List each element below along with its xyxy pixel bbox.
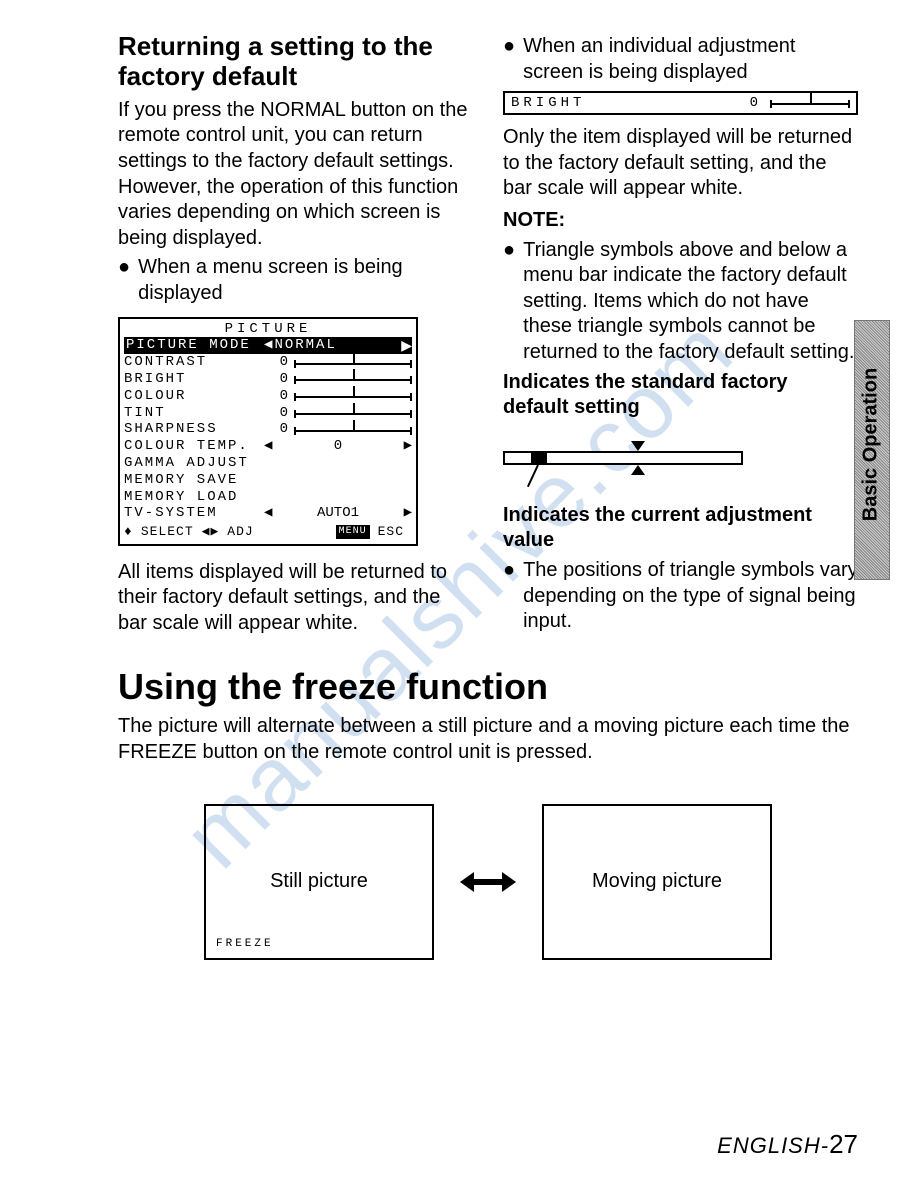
page-footer: ENGLISH-27: [717, 1129, 858, 1160]
menu-row: TINT0: [124, 405, 412, 422]
bright-label: BRIGHT: [511, 95, 740, 111]
menu-row-label: COLOUR: [124, 388, 264, 405]
menu-title: PICTURE: [124, 321, 412, 338]
indicator-fill: [531, 453, 547, 463]
section1-heading: Returning a setting to the factory defau…: [118, 32, 473, 92]
updown-icon: ♦: [124, 524, 133, 540]
menu-row: COLOUR0: [124, 388, 412, 405]
after-menu-text: All items displayed will be returned to …: [118, 560, 473, 637]
menu-row-value: NORMAL: [274, 337, 336, 353]
triangle-down-icon: [631, 441, 645, 451]
bright-bar: [770, 97, 850, 109]
section2-intro: The picture will alternate between a sti…: [118, 714, 858, 765]
menu-row-label: MEMORY LOAD: [124, 489, 264, 506]
bullet-text: When a menu screen is being displayed: [138, 255, 473, 306]
menu-row-label: TINT: [124, 405, 264, 422]
moving-picture-label: Moving picture: [592, 870, 722, 893]
bullet-dot-icon: ●: [503, 558, 515, 582]
menu-row-value: 0: [264, 405, 294, 422]
freeze-diagram: Still picture FREEZE Moving picture: [118, 804, 858, 960]
note-bullet: ● Triangle symbols above and below a men…: [503, 238, 858, 366]
menu-row-label: CONTRAST: [124, 354, 264, 371]
footer-adj: ADJ: [227, 524, 253, 540]
menu-row-highlighted: PICTURE MODE ◀NORMAL ▶: [124, 337, 412, 354]
section2-heading: Using the freeze function: [118, 666, 858, 708]
note-text: Triangle symbols above and below a menu …: [523, 238, 858, 366]
bullet-individual: ● When an individual adjustment screen i…: [503, 34, 858, 85]
still-picture-box: Still picture FREEZE: [204, 804, 434, 960]
indicates-current: Indicates the current adjustment value: [503, 503, 858, 554]
after-bright-text: Only the item displayed will be returned…: [503, 125, 858, 202]
menu-row-value: 0: [264, 371, 294, 388]
menu-row-value: 0: [272, 438, 403, 455]
indicator-bar: [503, 451, 743, 465]
freeze-tag: FREEZE: [216, 938, 274, 950]
menu-row-value: AUTO1: [272, 505, 403, 522]
menu-bar: [294, 424, 412, 436]
menu-bar: [294, 390, 412, 402]
note-label: NOTE:: [503, 208, 858, 234]
menu-row-label: GAMMA ADJUST: [124, 455, 264, 472]
menu-row: CONTRAST0: [124, 354, 412, 371]
leftright-icon: ◀▶: [202, 524, 220, 540]
footer-esc: ESC: [378, 524, 404, 540]
moving-picture-box: Moving picture: [542, 804, 772, 960]
right-arrow-icon: ▶: [404, 505, 412, 522]
menu-bar: [294, 407, 412, 419]
left-arrow-icon: ◀: [264, 505, 272, 522]
bullet-text: When an individual adjustment screen is …: [523, 34, 858, 85]
menu-row: BRIGHT0: [124, 371, 412, 388]
side-tab: Basic Operation: [854, 320, 890, 580]
left-arrow-icon: ◀: [264, 438, 272, 455]
menu-row: TV-SYSTEM◀AUTO1▶: [124, 505, 412, 522]
menu-row-value: 0: [264, 354, 294, 371]
positions-bullet: ● The positions of triangle symbols vary…: [503, 558, 858, 635]
page-number: 27: [829, 1129, 858, 1159]
right-arrow-icon: ▶: [404, 438, 412, 455]
bullet-dot-icon: ●: [503, 34, 515, 58]
menu-row: SHARPNESS0: [124, 421, 412, 438]
menu-row-label: COLOUR TEMP.: [124, 438, 264, 455]
menu-footer: ♦ SELECT ◀▶ ADJ MENU ESC: [124, 524, 412, 540]
bullet-dot-icon: ●: [118, 255, 130, 279]
menu-row: COLOUR TEMP.◀0▶: [124, 438, 412, 455]
section1-intro: If you press the NORMAL button on the re…: [118, 98, 473, 252]
menu-bar: [294, 373, 412, 385]
positions-text: The positions of triangle symbols vary d…: [523, 558, 858, 635]
pointer-line-icon: [527, 464, 539, 487]
indicates-default: Indicates the standard factory default s…: [503, 370, 858, 421]
bullet-menu-screen: ● When a menu screen is being displayed: [118, 255, 473, 306]
double-arrow-icon: [460, 872, 516, 892]
still-picture-label: Still picture: [270, 870, 368, 893]
side-tab-label: Basic Operation: [860, 315, 883, 575]
menu-row-label: BRIGHT: [124, 371, 264, 388]
menu-row-label: TV-SYSTEM: [124, 505, 264, 522]
bright-value: 0: [740, 95, 770, 111]
menu-row-label: PICTURE MODE: [124, 337, 264, 354]
picture-menu: PICTURE PICTURE MODE ◀NORMAL ▶ CONTRAST0…: [118, 317, 418, 546]
menu-button-icon: MENU: [336, 525, 370, 539]
menu-row-label: SHARPNESS: [124, 421, 264, 438]
footer-lang: ENGLISH-: [717, 1133, 829, 1158]
footer-select: SELECT: [141, 524, 194, 540]
bullet-dot-icon: ●: [503, 238, 515, 262]
triangle-up-icon: [631, 465, 645, 475]
menu-row-value: 0: [264, 388, 294, 405]
right-arrow-icon: ▶: [401, 337, 412, 354]
menu-bar: [294, 357, 412, 369]
indicator-diagram: [503, 429, 743, 489]
menu-row: MEMORY LOAD: [124, 489, 412, 506]
bright-box: BRIGHT 0: [503, 91, 858, 115]
menu-row-value: 0: [264, 421, 294, 438]
menu-row-label: MEMORY SAVE: [124, 472, 264, 489]
menu-row: MEMORY SAVE: [124, 472, 412, 489]
menu-row: GAMMA ADJUST: [124, 455, 412, 472]
